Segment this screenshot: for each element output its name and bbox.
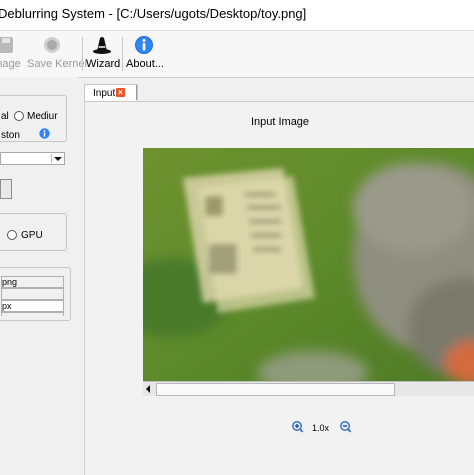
method-group: al Mediur ston [0,95,67,142]
about-label: About... [126,58,164,70]
zoom-controls: 1.0x [85,418,474,438]
scrollbar-thumb[interactable] [156,383,395,396]
image-size-field [1,288,64,300]
toolbar-separator [82,37,83,71]
wizard-label: Wizard [86,58,121,70]
input-image[interactable] [143,148,474,382]
gpu-radio[interactable] [7,230,17,240]
zoom-in-icon[interactable] [291,420,305,434]
gpu-label: GPU [21,230,43,241]
image-format-field: png [1,276,64,288]
tab-strip: Input × [84,84,474,101]
viewer-panel: Input × Input Image 1.0x [84,84,474,475]
save-kernel-label: Save Kernel [27,58,87,70]
image-dimensions-field: px [1,300,64,312]
tab-divider [136,85,137,100]
window-title: Deblurring System - [C:/Users/ugots/Desk… [0,6,307,21]
wizard-hat-icon [93,37,111,54]
tab-input-label: Input [93,88,116,99]
wizard-button[interactable]: Wizard [86,33,121,75]
save-image-icon [0,37,13,53]
device-group: GPU [0,213,67,251]
toolbar-separator [122,37,123,71]
zoom-level: 1.0x [312,423,330,433]
title-bar: Deblurring System - [C:/Users/ugots/Desk… [0,0,474,30]
method-medium-radio[interactable] [14,111,24,121]
method-option-c-label: ston [1,130,20,141]
zoom-out-icon[interactable] [339,420,353,434]
kernel-size-select[interactable] [0,152,65,165]
settings-panel: al Mediur ston GPU png px [0,77,78,474]
toolbar: mage Save Kernel Wizard About... [0,30,474,78]
save-image-label: mage [0,58,21,70]
browse-button[interactable] [0,179,12,199]
horizontal-scrollbar[interactable] [143,381,474,396]
image-extra-field [1,312,64,316]
save-kernel-button[interactable]: Save Kernel [27,33,87,75]
close-icon[interactable]: × [116,88,125,97]
save-image-button[interactable]: mage [0,33,22,75]
save-kernel-icon [44,37,60,53]
blurred-photo [143,148,474,382]
tab-input[interactable]: Input × [84,84,138,101]
image-view: Input Image 1.0x [84,101,474,475]
method-medium-label: Mediur [27,111,58,122]
image-title: Input Image [250,116,310,128]
image-info-group: png px [0,267,71,321]
scroll-left-icon[interactable] [146,385,150,393]
chevron-down-icon [51,154,62,163]
method-info-icon[interactable] [39,128,50,139]
about-button[interactable]: About... [126,33,164,75]
info-icon [135,36,153,54]
method-option-a-label: al [1,111,9,122]
